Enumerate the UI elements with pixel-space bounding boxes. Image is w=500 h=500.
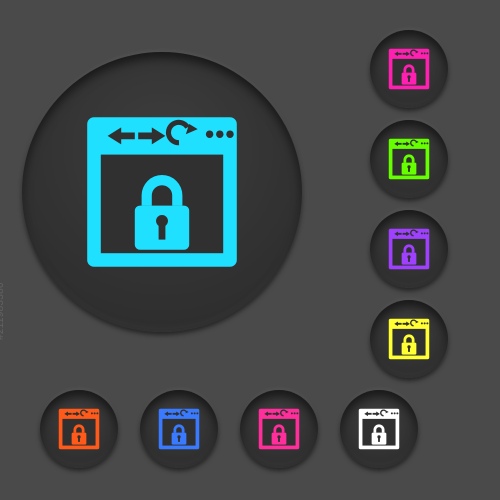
browser-lock-icon bbox=[386, 226, 432, 272]
browser-lock-icon bbox=[156, 406, 202, 452]
icon-button-variant[interactable] bbox=[240, 390, 318, 468]
watermark-text: #211983380 bbox=[0, 282, 6, 340]
icon-button-variant[interactable] bbox=[140, 390, 218, 468]
browser-lock-icon bbox=[386, 46, 432, 92]
browser-lock-icon bbox=[356, 406, 402, 452]
browser-lock-icon bbox=[386, 136, 432, 182]
browser-lock-icon bbox=[56, 406, 102, 452]
icon-button-main[interactable] bbox=[22, 52, 302, 332]
browser-lock-icon bbox=[256, 406, 302, 452]
browser-lock-icon bbox=[77, 107, 247, 277]
icon-button-variant[interactable] bbox=[370, 30, 448, 108]
icon-button-variant[interactable] bbox=[40, 390, 118, 468]
icon-button-variant[interactable] bbox=[370, 210, 448, 288]
icon-button-variant[interactable] bbox=[370, 120, 448, 198]
icon-button-variant[interactable] bbox=[370, 300, 448, 378]
icon-button-variant[interactable] bbox=[340, 390, 418, 468]
browser-lock-icon bbox=[386, 316, 432, 362]
